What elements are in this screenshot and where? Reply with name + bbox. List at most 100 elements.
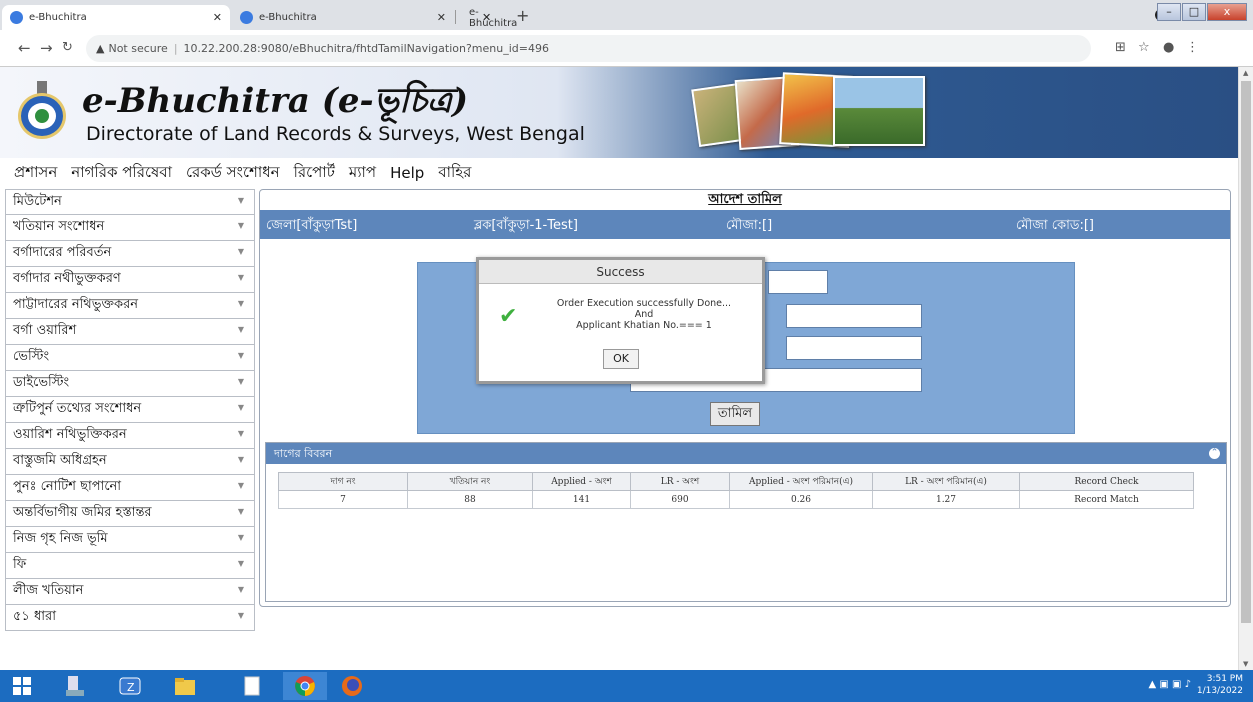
document-icon[interactable] — [230, 672, 274, 700]
form-input[interactable] — [786, 304, 922, 328]
chrome-icon[interactable] — [283, 672, 327, 700]
plot-details-table: দাগ নং খতিয়ান নং Applied - অংশ LR - অংশ… — [278, 472, 1194, 509]
column-header: LR - অংশ পরিমান(এ) — [872, 472, 1020, 491]
file-explorer-icon[interactable] — [163, 672, 207, 700]
chevron-down-icon: ▼ — [237, 247, 244, 256]
sidebar-item[interactable]: বর্গাদার নথীভুক্তকরণ ▼ — [5, 267, 255, 293]
sidebar-item[interactable]: পুনঃ নোটিশ ছাপানো ▼ — [5, 475, 255, 501]
close-tab-icon[interactable]: ✕ — [482, 11, 491, 24]
sidebar-item[interactable]: অন্তর্বিভাগীয় জমির হস্তান্তর ▼ — [5, 501, 255, 527]
execute-button[interactable]: তামিল — [710, 402, 760, 426]
plot-details-grid: দাগের বিবরন ⌃ দাগ নং খতিয়ান নং Applied … — [265, 442, 1227, 602]
sidebar-item[interactable]: ৫১ ধারা ▼ — [5, 605, 255, 631]
site-favicon-icon — [10, 11, 23, 24]
sidebar-item[interactable]: বর্গাদারের পরিবর্তন ▼ — [5, 241, 255, 267]
form-input[interactable] — [768, 270, 828, 294]
scrollbar-thumb[interactable] — [1241, 81, 1251, 623]
menu-item-citizen-services[interactable]: নাগরিক পরিষেবা — [71, 161, 172, 186]
chevron-down-icon: ▼ — [237, 429, 244, 438]
tab-title: e-Bhuchitra — [259, 12, 317, 23]
sidebar-item[interactable]: ফি ▼ — [5, 553, 255, 579]
translate-icon[interactable]: ⊞ — [1115, 40, 1126, 55]
sidebar-item[interactable]: ডাইভেস্টিং ▼ — [5, 371, 255, 397]
column-header: Record Check — [1019, 472, 1194, 491]
collapse-icon[interactable]: ⌃ — [1209, 448, 1220, 459]
tray-clock-time[interactable]: 3:51 PM — [1197, 673, 1243, 685]
tray-clock-date[interactable]: 1/13/2022 — [1197, 685, 1243, 697]
scroll-up-icon[interactable]: ▲ — [1243, 69, 1248, 77]
dialog-title: Success — [479, 260, 762, 284]
sidebar-item-label: নিজ গৃহ নিজ ভূমি — [13, 531, 108, 546]
menu-item-record-correction[interactable]: রেকর্ড সংশোধন — [186, 161, 280, 186]
sidebar-item[interactable]: ত্রুটিপুর্ন তথ্যের সংশোধন ▼ — [5, 397, 255, 423]
file-server-icon[interactable] — [53, 672, 97, 700]
block-label: ব্লক[বাঁকুড়া-1-Test] — [474, 218, 578, 233]
close-window-button[interactable]: x — [1207, 3, 1247, 21]
chevron-down-icon: ▼ — [237, 273, 244, 282]
table-cell: 0.26 — [729, 490, 873, 509]
mouza-code-label: মৌজা কোড:[] — [1016, 218, 1094, 233]
close-tab-icon[interactable]: ✕ — [213, 11, 222, 24]
chevron-down-icon: ▼ — [237, 377, 244, 386]
chevron-down-icon: ▼ — [237, 585, 244, 594]
grid-header: দাগের বিবরন ⌃ — [266, 443, 1226, 464]
column-header: LR - অংশ — [630, 472, 730, 491]
grid-title: দাগের বিবরন — [274, 447, 333, 460]
url-text: 10.22.200.28:9080/eBhuchitra/fhtdTamilNa… — [183, 42, 549, 55]
main-panel: আদেশ তামিল জেলা[বাঁকুড়াTst] ব্লক[বাঁকুড… — [259, 189, 1231, 607]
scroll-down-icon[interactable]: ▼ — [1243, 660, 1248, 668]
sidebar-item[interactable]: ওয়ারিশ নথিভুক্তিকরন ▼ — [5, 423, 255, 449]
table-header-row: দাগ নং খতিয়ান নং Applied - অংশ LR - অংশ… — [278, 472, 1194, 491]
ok-button[interactable]: OK — [603, 349, 639, 369]
sidebar-item[interactable]: লীজ খতিয়ান ▼ — [5, 579, 255, 605]
main-menu-bar: প্রশাসন নাগরিক পরিষেবা রেকর্ড সংশোধন রিপ… — [0, 158, 1238, 188]
tray-icons[interactable]: ▲ ▣ ▣ ♪ — [1148, 679, 1191, 690]
chevron-down-icon: ▼ — [237, 533, 244, 542]
sidebar-item[interactable]: পাট্টাদারের নথিভুক্তকরন ▼ — [5, 293, 255, 319]
header-photo-collage — [691, 72, 933, 154]
dialog-message: Order Execution successfully Done... And… — [539, 298, 749, 331]
menu-item-help[interactable]: Help — [390, 164, 424, 182]
bookmark-star-icon[interactable]: ☆ — [1138, 40, 1150, 55]
browser-menu-icon[interactable]: ⋮ — [1186, 40, 1199, 55]
chevron-down-icon: ▼ — [237, 611, 244, 620]
sidebar-item-label: ৫১ ধারা — [13, 609, 56, 624]
account-icon[interactable]: ● — [1163, 40, 1174, 55]
sidebar-item-label: অন্তর্বিভাগীয় জমির হস্তান্তর — [13, 505, 152, 520]
sidebar-item[interactable]: খতিয়ান সংশোধন ▼ — [5, 215, 255, 241]
reload-icon[interactable]: ↻ — [62, 40, 73, 55]
browser-tab[interactable]: e-Bhuchitra ✕ — [232, 5, 454, 30]
app-launcher-icon[interactable]: Z — [108, 672, 152, 700]
forward-icon[interactable]: → — [40, 39, 53, 57]
svg-text:Z: Z — [127, 681, 135, 694]
new-tab-button[interactable]: + — [516, 6, 529, 25]
back-icon[interactable]: ← — [18, 39, 31, 57]
sidebar-item[interactable]: নিজ গৃহ নিজ ভূমি ▼ — [5, 527, 255, 553]
close-tab-icon[interactable]: ✕ — [437, 11, 446, 24]
menu-item-administration[interactable]: প্রশাসন — [14, 161, 57, 186]
sidebar-item[interactable]: বাস্তুজমি অধিগ্রহন ▼ — [5, 449, 255, 475]
menu-item-map[interactable]: ম্যাপ — [349, 161, 376, 186]
form-input[interactable] — [786, 336, 922, 360]
chevron-down-icon: ▼ — [237, 196, 244, 205]
sidebar-item-label: ফি — [13, 557, 27, 572]
table-cell: 141 — [532, 490, 631, 509]
table-cell: Record Match — [1019, 490, 1194, 509]
success-dialog: Success ✔ Order Execution successfully D… — [476, 257, 765, 384]
menu-item-exit[interactable]: বাহির — [438, 161, 471, 186]
sidebar-item[interactable]: বর্গা ওয়ারিশ ▼ — [5, 319, 255, 345]
table-row[interactable]: 7 88 141 690 0.26 1.27 Record Match — [278, 490, 1194, 509]
menu-item-report[interactable]: রিপোর্ট — [294, 161, 335, 186]
chevron-down-icon: ▼ — [237, 507, 244, 516]
maximize-button[interactable]: □ — [1182, 3, 1206, 21]
firefox-icon[interactable] — [330, 672, 374, 700]
table-cell: 88 — [407, 490, 533, 509]
column-header: Applied - অংশ — [532, 472, 631, 491]
page-scrollbar[interactable]: ▲ ▼ — [1238, 67, 1253, 670]
sidebar-item[interactable]: মিউটেশন ▼ — [5, 189, 255, 215]
browser-tab[interactable]: e-Bhuchitra ✕ — [2, 5, 230, 30]
start-button[interactable] — [0, 672, 44, 700]
sidebar-item[interactable]: ভেস্টিং ▼ — [5, 345, 255, 371]
url-field[interactable]: ▲ Not secure | 10.22.200.28:9080/eBhuchi… — [86, 35, 1091, 62]
minimize-button[interactable]: – — [1157, 3, 1181, 21]
